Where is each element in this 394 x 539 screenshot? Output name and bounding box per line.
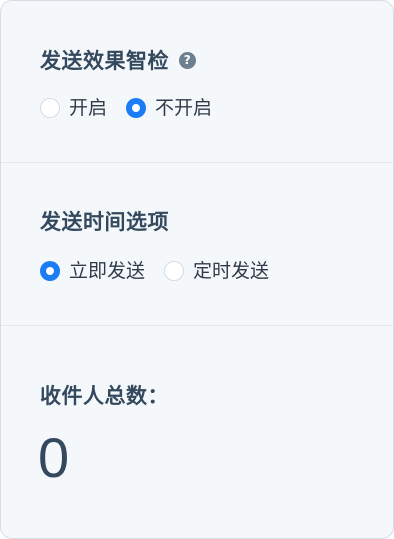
send-time-section: 发送时间选项 立即发送 定时发送: [1, 163, 393, 326]
radio-button-checked[interactable]: [40, 261, 60, 281]
send-time-radio-group: 立即发送 定时发送: [40, 259, 288, 283]
effect-check-section: 发送效果智检? 开启 不开启: [1, 1, 393, 163]
send-settings-panel: 发送效果智检? 开启 不开启 发送时间选项 立即发送 定时发送 收件人总数： 0: [0, 0, 394, 539]
radio-option-send-now[interactable]: 立即发送: [40, 259, 145, 283]
effect-check-title: 发送效果智检?: [40, 45, 196, 75]
radio-label-enable: 开启: [69, 97, 108, 119]
radio-option-enable[interactable]: 开启: [40, 96, 107, 120]
send-time-title: 发送时间选项: [40, 210, 169, 234]
recipient-count: 0: [38, 426, 70, 489]
recipients-title: 收件人总数：: [40, 384, 169, 408]
radio-button-checked[interactable]: [126, 98, 147, 118]
question-circle-icon[interactable]: ?: [179, 51, 196, 69]
radio-button-unchecked[interactable]: [164, 261, 185, 281]
effect-check-title-text: 发送效果智检: [40, 49, 169, 73]
radio-option-scheduled[interactable]: 定时发送: [164, 259, 269, 283]
effect-check-radio-group: 开启 不开启: [40, 96, 231, 120]
radio-label-disable: 不开启: [155, 97, 213, 119]
radio-label-send-now: 立即发送: [69, 260, 146, 282]
radio-button-unchecked[interactable]: [40, 98, 60, 118]
recipients-section: 收件人总数： 0: [1, 326, 393, 538]
radio-label-scheduled: 定时发送: [193, 260, 270, 282]
radio-option-disable[interactable]: 不开启: [126, 96, 212, 120]
